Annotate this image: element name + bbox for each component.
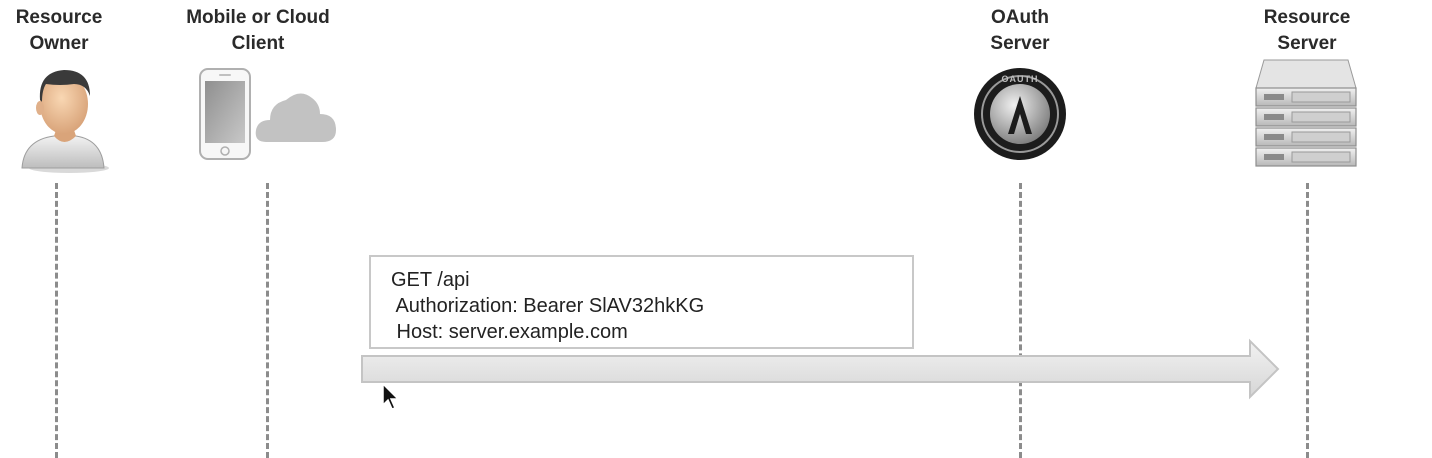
mouse-cursor-icon [382, 382, 400, 416]
oauth-server-label: OAuth Server [990, 7, 1050, 54]
request-line: GET /api [391, 269, 470, 291]
oauth-server-lifeline [1019, 183, 1022, 458]
server-rack-icon [1252, 58, 1360, 177]
host-header: Host: server.example.com [391, 321, 628, 343]
client-label: Mobile or Cloud Client [186, 7, 330, 54]
authorization-header: Authorization: Bearer SlAV32hkKG [391, 295, 705, 317]
client-lifeline [266, 183, 269, 458]
resource-owner-lifeline [55, 183, 58, 458]
resource-server-label: Resource Server [1263, 7, 1351, 54]
http-request-box: GET /api Authorization: Bearer SlAV32hkK… [369, 255, 914, 349]
svg-text:OAUTH: OAUTH [1002, 74, 1039, 84]
cloud-icon [254, 86, 338, 151]
phone-icon [198, 67, 254, 168]
person-icon [14, 62, 114, 179]
oauth-logo-icon: OAUTH [972, 66, 1068, 167]
resource-owner-label: Resource Owner [15, 7, 103, 54]
resource-server-lifeline [1306, 183, 1309, 458]
